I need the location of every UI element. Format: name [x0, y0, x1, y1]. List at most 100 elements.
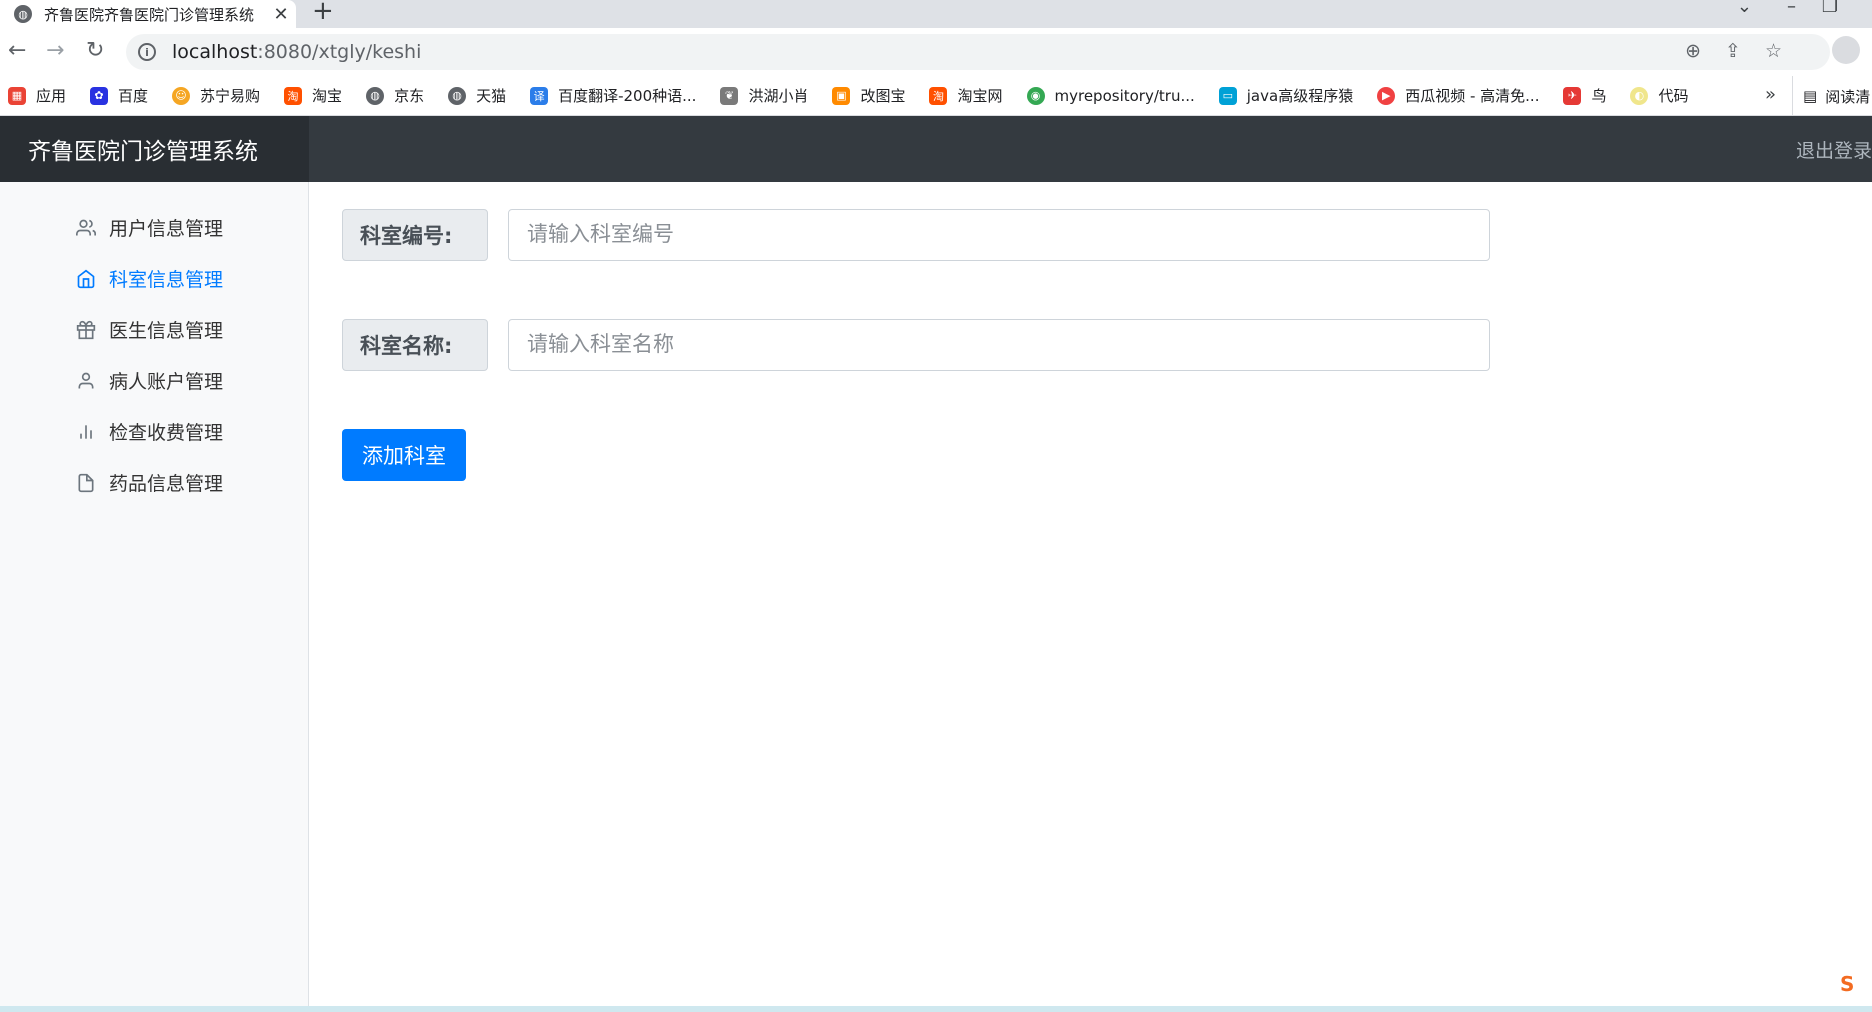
bookmark-item[interactable]: 译百度翻译-200种语...	[530, 85, 696, 106]
bookmark-item[interactable]: ✿ 百度	[90, 85, 148, 106]
url-input[interactable]: i localhost:8080/xtgly/keshi ⊕ ⇪ ☆	[126, 34, 1830, 70]
restore-icon[interactable]: ❐	[1822, 0, 1838, 17]
reload-icon[interactable]: ↻	[86, 38, 104, 63]
users-icon	[75, 217, 97, 239]
reading-list-button[interactable]: ▤ 阅读清	[1792, 76, 1872, 116]
profile-avatar[interactable]	[1832, 36, 1860, 64]
bookmarks-bar: ▦ 应用 ✿ 百度 ☺ 苏宁易购 淘淘宝 ◍ 京东 ◍ 天猫 译百度翻译-200种语...…	[0, 76, 1872, 116]
sidebar-item-label: 科室信息管理	[109, 269, 224, 291]
zoom-icon[interactable]: ⊕	[1685, 40, 1701, 62]
tab-title: 齐鲁医院齐鲁医院门诊管理系统	[44, 5, 255, 24]
bookmark-label: 洪湖小肖	[748, 87, 809, 105]
browser-tab[interactable]: ◍ 齐鲁医院齐鲁医院门诊管理系统 ✕	[0, 0, 296, 28]
bird-icon: ✈	[1563, 86, 1582, 105]
bookmark-label: 淘宝	[312, 87, 343, 105]
sidebar-item-label: 检查收费管理	[109, 422, 224, 444]
floating-widget-icon[interactable]: S	[1840, 972, 1868, 1000]
address-bar-row: ← → ↻ i localhost:8080/xtgly/keshi ⊕ ⇪ ☆	[0, 28, 1872, 76]
bookmark-label: java高级程序猿	[1246, 87, 1354, 105]
sidebar-item-medicines[interactable]: 药品信息管理	[0, 457, 308, 508]
leaf-icon: ❦	[720, 86, 739, 105]
url-text: localhost:8080/xtgly/keshi	[172, 41, 421, 63]
reading-list-label: 阅读清	[1825, 87, 1871, 106]
sidebar-item-charges[interactable]: 检查收费管理	[0, 406, 308, 457]
apps-grid-icon: ▦	[8, 86, 26, 105]
dept-name-row: 科室名称:	[342, 319, 1490, 371]
bookmark-item[interactable]: 淘淘宝网	[929, 85, 1003, 106]
sidebar-item-label: 药品信息管理	[109, 473, 224, 495]
file-icon	[75, 472, 97, 494]
bookmark-item[interactable]: ▭ java高级程序猿	[1218, 85, 1354, 106]
sidebar-item-label: 用户信息管理	[109, 218, 224, 240]
star-icon[interactable]: ☆	[1765, 40, 1782, 62]
app-brand[interactable]: 齐鲁医院门诊管理系统	[0, 116, 309, 182]
sidebar-item-departments[interactable]: 科室信息管理	[0, 253, 308, 304]
play-icon: ▶	[1377, 86, 1396, 105]
bookmark-label: 天猫	[476, 87, 507, 105]
home-icon	[75, 268, 97, 290]
share-icon[interactable]: ⇪	[1725, 40, 1741, 62]
sidebar-item-doctors[interactable]: 医生信息管理	[0, 304, 308, 355]
bookmark-item[interactable]: ◉ myrepository/tru...	[1026, 86, 1195, 105]
bookmark-label: 鸟	[1591, 87, 1607, 105]
bookmark-item[interactable]: ▣ 改图宝	[832, 85, 905, 106]
omnibox-actions: ⊕ ⇪ ☆	[1685, 40, 1782, 62]
sidebar-item-patients[interactable]: 病人账户管理	[0, 355, 308, 406]
dept-name-label: 科室名称:	[342, 319, 488, 371]
bookmark-label: 西瓜视频 - 高清免...	[1405, 87, 1540, 105]
bookmark-item[interactable]: ▶ 西瓜视频 - 高清免...	[1377, 85, 1539, 106]
code-icon: ◐	[1630, 86, 1649, 105]
browser-tab-bar: ◍ 齐鲁医院齐鲁医院门诊管理系统 ✕ + ⌄ – ❐	[0, 0, 1872, 28]
bookmark-label: 苏宁易购	[200, 87, 261, 105]
info-icon[interactable]: i	[138, 43, 156, 61]
new-tab-button[interactable]: +	[312, 0, 334, 26]
user-icon	[75, 370, 97, 392]
logout-link[interactable]: 退出登录	[1796, 136, 1872, 163]
bottom-strip	[0, 1006, 1872, 1012]
taobao-icon: 淘	[929, 86, 948, 105]
bookmark-label: 百度翻译-200种语...	[558, 87, 697, 105]
suning-icon: ☺	[172, 86, 191, 105]
sidebar-item-label: 医生信息管理	[109, 320, 224, 342]
close-icon[interactable]: ✕	[266, 4, 296, 25]
bookmark-label: 淘宝网	[957, 87, 1003, 105]
bookmark-label: 京东	[394, 87, 425, 105]
globe-icon: ◍	[448, 86, 467, 105]
dept-name-input[interactable]	[508, 319, 1490, 371]
sidebar: 用户信息管理 科室信息管理 医生信息管理 病人账户管理 检查收费管理 药品信息管…	[0, 182, 309, 1012]
bookmark-item[interactable]: ▦ 应用	[8, 85, 66, 106]
dept-id-input[interactable]	[508, 209, 1490, 261]
add-department-button[interactable]: 添加科室	[342, 429, 466, 481]
bar-chart-icon	[75, 421, 97, 443]
bookmark-item[interactable]: ◍ 京东	[366, 85, 424, 106]
bookmark-item[interactable]: ✈ 鸟	[1563, 85, 1606, 106]
reading-list-icon: ▤	[1803, 87, 1818, 105]
translate-icon: 译	[530, 86, 549, 105]
bookmarks-more-button[interactable]: »	[1765, 84, 1776, 105]
sidebar-item-label: 病人账户管理	[109, 371, 224, 393]
chrome-icon: ◉	[1026, 86, 1045, 105]
app-header: 齐鲁医院门诊管理系统 退出登录	[0, 116, 1872, 182]
bookmark-item[interactable]: ❦ 洪湖小肖	[720, 85, 808, 106]
sidebar-item-users[interactable]: 用户信息管理	[0, 202, 308, 253]
minimize-icon[interactable]: –	[1787, 0, 1796, 17]
bilibili-icon: ▭	[1218, 86, 1237, 105]
bookmark-item[interactable]: ◐ 代码	[1630, 85, 1689, 106]
bookmark-label: 百度	[118, 87, 149, 105]
taobao-icon: 淘	[284, 86, 303, 105]
chevron-down-icon[interactable]: ⌄	[1737, 0, 1752, 17]
bookmark-item[interactable]: ◍ 天猫	[448, 85, 506, 106]
globe-icon: ◍	[14, 5, 32, 23]
back-arrow-icon[interactable]: ←	[8, 38, 26, 63]
forward-arrow-icon[interactable]: →	[46, 38, 64, 63]
dept-id-label: 科室编号:	[342, 209, 488, 261]
dept-id-row: 科室编号:	[342, 209, 1490, 261]
bookmark-item[interactable]: 淘淘宝	[284, 85, 342, 106]
main-content: 科室编号: 科室名称: 添加科室 S	[309, 182, 1872, 1012]
url-path: :8080/xtgly/keshi	[257, 41, 422, 63]
bookmark-item[interactable]: ☺ 苏宁易购	[172, 85, 260, 106]
url-host: localhost	[172, 41, 258, 63]
bookmark-label: 应用	[36, 87, 67, 105]
gift-icon	[75, 319, 97, 341]
image-tool-icon: ▣	[832, 86, 851, 105]
